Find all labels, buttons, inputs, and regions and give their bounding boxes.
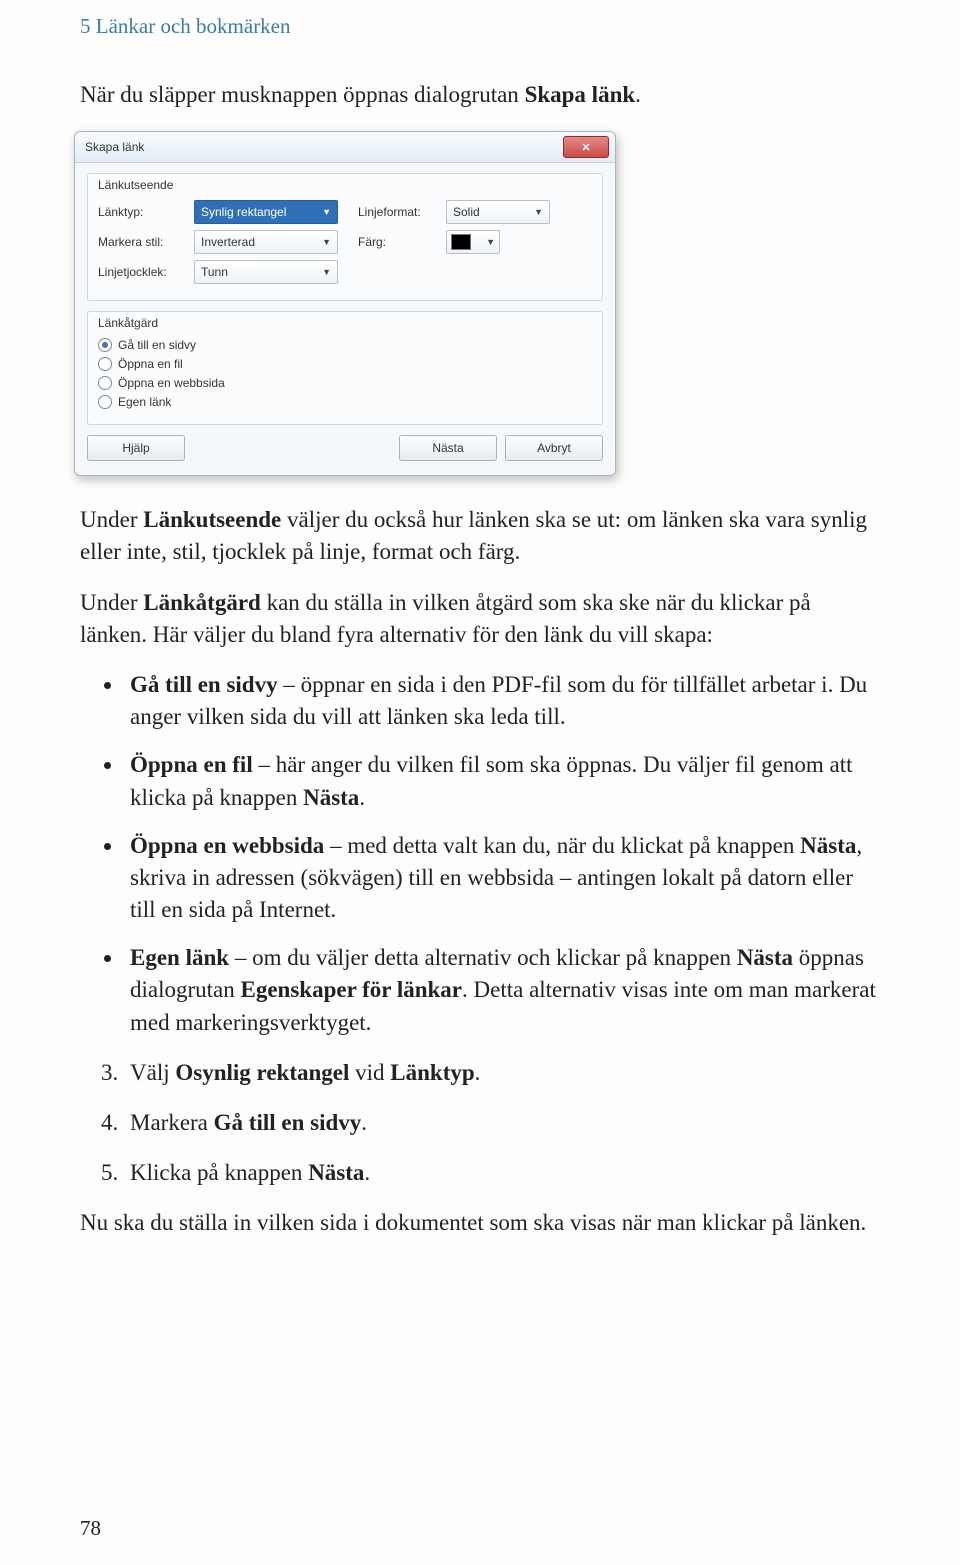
link-appearance-group: Länkutseende Länktyp: Synlig rektangel▼ … <box>87 173 603 301</box>
page-number: 78 <box>80 1516 101 1541</box>
linktype-label: Länktyp: <box>98 205 186 219</box>
dialog-title: Skapa länk <box>85 140 144 154</box>
steps-list: Välj Osynlig rektangel vid Länktyp. Mark… <box>80 1057 880 1190</box>
text: vid <box>349 1060 390 1085</box>
paragraph-appearance: Under Länkutseende väljer du också hur l… <box>80 504 880 568</box>
text-bold: Öppna en webbsida <box>130 833 324 858</box>
text: – om du väljer detta alternativ och klic… <box>229 945 737 970</box>
radio-icon <box>98 376 112 390</box>
radio-open-file[interactable]: Öppna en fil <box>98 357 592 371</box>
linktype-dropdown[interactable]: Synlig rektangel ▼ <box>194 200 338 224</box>
list-item: Klicka på knappen Nästa. <box>124 1157 880 1189</box>
group-title-action: Länkåtgärd <box>98 316 592 330</box>
text: . <box>359 785 365 810</box>
lineformat-label: Linjeformat: <box>358 205 438 219</box>
close-icon: ✕ <box>581 141 590 154</box>
highlight-value: Inverterad <box>201 235 255 249</box>
text: Välj <box>130 1060 175 1085</box>
chevron-down-icon: ▼ <box>486 237 495 247</box>
color-label: Färg: <box>358 235 438 249</box>
closing-paragraph: Nu ska du ställa in vilken sida i dokume… <box>80 1207 880 1239</box>
dialog-titlebar: Skapa länk ✕ <box>75 132 615 163</box>
text-bold: Öppna en fil <box>130 752 253 777</box>
text: Under <box>80 507 143 532</box>
link-action-group: Länkåtgärd Gå till en sidvy Öppna en fil… <box>87 311 603 425</box>
thickness-label: Linjetjocklek: <box>98 265 186 279</box>
color-dropdown[interactable]: ▼ <box>446 230 500 254</box>
list-item: Gå till en sidvy – öppnar en sida i den … <box>124 669 880 733</box>
text-bold: Osynlig rektangel <box>175 1060 349 1085</box>
radio-custom-link[interactable]: Egen länk <box>98 395 592 409</box>
lineformat-dropdown[interactable]: Solid ▼ <box>446 200 550 224</box>
close-button[interactable]: ✕ <box>563 136 609 158</box>
radio-open-webpage[interactable]: Öppna en webbsida <box>98 376 592 390</box>
text: – med detta valt kan du, när du klickat … <box>324 833 800 858</box>
thickness-value: Tunn <box>201 265 228 279</box>
color-swatch <box>451 234 471 250</box>
radio-icon <box>98 338 112 352</box>
list-item: Egen länk – om du väljer detta alternati… <box>124 942 880 1039</box>
text: Klicka på knappen <box>130 1160 308 1185</box>
text-bold: Nästa <box>737 945 793 970</box>
text-bold: Egen länk <box>130 945 229 970</box>
list-item: Öppna en fil – här anger du vilken fil s… <box>124 749 880 813</box>
radio-label: Egen länk <box>118 395 171 409</box>
text-bold: Nästa <box>800 833 856 858</box>
text: . <box>475 1060 481 1085</box>
text-bold: Egenskaper för länkar <box>241 977 463 1002</box>
text-bold: Nästa <box>303 785 359 810</box>
intro-text: När du släpper musknappen öppnas dialogr… <box>80 82 525 107</box>
list-item: Markera Gå till en sidvy. <box>124 1107 880 1139</box>
text-bold: Länktyp <box>390 1060 474 1085</box>
chevron-down-icon: ▼ <box>322 267 331 277</box>
paragraph-action: Under Länkåtgärd kan du ställa in vilken… <box>80 587 880 651</box>
radio-label: Öppna en fil <box>118 357 183 371</box>
help-button[interactable]: Hjälp <box>87 435 185 461</box>
highlight-label: Markera stil: <box>98 235 186 249</box>
text: . <box>361 1110 367 1135</box>
chevron-down-icon: ▼ <box>534 207 543 217</box>
list-item: Välj Osynlig rektangel vid Länktyp. <box>124 1057 880 1089</box>
text-bold: Gå till en sidvy <box>214 1110 362 1135</box>
chevron-down-icon: ▼ <box>322 207 331 217</box>
text-bold: Nästa <box>308 1160 364 1185</box>
group-title-appearance: Länkutseende <box>98 178 592 192</box>
linktype-value: Synlig rektangel <box>201 205 286 219</box>
intro-paragraph: När du släpper musknappen öppnas dialogr… <box>80 79 880 111</box>
text-bold: Gå till en sidvy <box>130 672 278 697</box>
radio-go-to-page[interactable]: Gå till en sidvy <box>98 338 592 352</box>
lineformat-value: Solid <box>453 205 480 219</box>
next-button[interactable]: Nästa <box>399 435 497 461</box>
text: Under <box>80 590 143 615</box>
highlight-dropdown[interactable]: Inverterad ▼ <box>194 230 338 254</box>
text: . <box>364 1160 370 1185</box>
radio-label: Öppna en webbsida <box>118 376 225 390</box>
intro-emphasis: Skapa länk <box>525 82 636 107</box>
text-bold: Länkåtgärd <box>143 590 261 615</box>
intro-tail: . <box>635 82 641 107</box>
text: Markera <box>130 1110 214 1135</box>
create-link-dialog: Skapa länk ✕ Länkutseende Länktyp: Synli… <box>74 131 616 476</box>
chevron-down-icon: ▼ <box>322 237 331 247</box>
cancel-button[interactable]: Avbryt <box>505 435 603 461</box>
text-bold: Länkutseende <box>143 507 281 532</box>
radio-label: Gå till en sidvy <box>118 338 196 352</box>
radio-icon <box>98 395 112 409</box>
thickness-dropdown[interactable]: Tunn ▼ <box>194 260 338 284</box>
options-list: Gå till en sidvy – öppnar en sida i den … <box>80 669 880 1039</box>
chapter-heading: 5 Länkar och bokmärken <box>80 0 880 39</box>
list-item: Öppna en webbsida – med detta valt kan d… <box>124 830 880 927</box>
radio-icon <box>98 357 112 371</box>
